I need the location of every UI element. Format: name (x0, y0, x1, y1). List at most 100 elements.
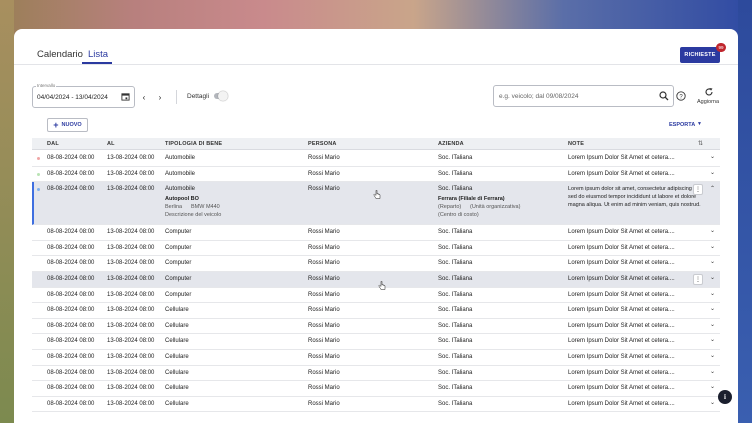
org-unit: (Unità organizzativa) (470, 204, 521, 211)
cell-dal: 08-08-2024 08:00 (47, 369, 95, 376)
cell-note: Lorem Ipsum Dolor Sit Amet et cetera.... (568, 322, 675, 329)
info-icon[interactable]: i (718, 390, 732, 404)
refresh-label[interactable]: Aggiorna (697, 99, 719, 105)
department: (Reparto) (438, 204, 462, 211)
caret-down-icon[interactable]: ▼ (697, 121, 702, 127)
search-icon[interactable] (659, 91, 669, 101)
cell-al: 13-08-2024 08:00 (107, 260, 155, 267)
column-header-dal[interactable]: DAL (47, 141, 59, 147)
background-left (0, 0, 14, 423)
chevron-up-icon[interactable]: ⌃ (710, 185, 715, 192)
cell-al: 13-08-2024 08:00 (107, 244, 155, 251)
cell-note: Lorem Ipsum Dolor Sit Amet et cetera.... (568, 369, 675, 376)
table-row[interactable]: 08-08-2024 08:00 13-08-2024 08:00 Automobi… (32, 167, 720, 183)
cell-persona: Rossi Mario (308, 155, 340, 161)
interval-label: Intervallo (36, 83, 57, 88)
cell-al: 13-08-2024 08:00 (107, 338, 155, 345)
table-row[interactable]: 08-08-2024 08:00 13-08-2024 08:00 Cellular… (32, 366, 720, 382)
column-header-persona[interactable]: PERSONA (308, 141, 337, 147)
calendar-icon[interactable] (121, 92, 130, 101)
chevron-down-icon[interactable]: ⌄ (710, 399, 715, 406)
chevron-down-icon[interactable]: ⌄ (710, 305, 715, 312)
new-button[interactable]: + NUOVO (47, 118, 88, 132)
details-toggle-knob[interactable] (218, 91, 228, 101)
interval-value[interactable]: 04/04/2024 - 13/04/2024 (37, 94, 108, 101)
cell-azienda: Soc. ITaliana (438, 170, 473, 177)
table-row[interactable]: 08-08-2024 08:00 13-08-2024 08:00 Cellular… (32, 334, 720, 350)
table-row[interactable]: 08-08-2024 08:00 13-08-2024 08:00 Computer… (32, 256, 720, 272)
chevron-down-icon[interactable]: ⌄ (710, 321, 715, 328)
cell-note: Lorem Ipsum Dolor Sit Amet et cetera.... (568, 307, 675, 314)
cell-al: 13-08-2024 08:00 (107, 400, 155, 407)
column-header-note[interactable]: NOTE (568, 141, 584, 147)
chevron-down-icon[interactable]: ⌄ (710, 383, 715, 390)
cell-tipologia: Automobile (165, 186, 196, 193)
cell-azienda: Soc. ITaliana (438, 369, 473, 376)
cell-dal: 08-08-2024 08:00 (47, 155, 95, 161)
tab-bar: Calendario Lista RICHIESTE 99 (14, 29, 738, 65)
table-row[interactable]: 08-08-2024 08:00 13-08-2024 08:00 Automobi… (32, 151, 720, 167)
cell-note: Lorem Ipsum Dolor Sit Amet et cetera.... (568, 155, 675, 161)
chevron-down-icon[interactable]: ⌄ (710, 290, 715, 297)
chevron-down-icon[interactable]: ⌄ (710, 227, 715, 234)
hand-cursor-icon (378, 278, 386, 290)
chevron-down-icon[interactable]: ⌄ (710, 336, 715, 343)
chevron-down-icon[interactable]: ⌄ (710, 153, 715, 160)
chevron-left-icon[interactable]: ‹ (139, 92, 149, 102)
cell-tipologia: Cellulare (165, 400, 189, 407)
table-row[interactable]: 08-08-2024 08:00 13-08-2024 08:00 Cellular… (32, 397, 720, 413)
cell-note: Lorem Ipsum Dolor Sit Amet et cetera.... (568, 385, 675, 392)
chevron-down-icon[interactable]: ⌄ (710, 258, 715, 265)
column-header-tipologia[interactable]: TIPOLOGIA DI BENE (165, 141, 222, 147)
more-icon[interactable]: ⋮ (693, 274, 703, 285)
tab-lista[interactable]: Lista (88, 49, 108, 60)
asset-tag: Berlina (165, 204, 183, 211)
column-settings-icon[interactable]: ⇅ (698, 140, 703, 147)
cell-persona: Rossi Mario (308, 338, 340, 345)
cell-tipologia: Computer (165, 229, 192, 236)
cell-persona: Rossi Mario (308, 260, 340, 267)
cell-dal: 08-08-2024 08:00 (47, 400, 95, 407)
chevron-right-icon[interactable]: › (155, 92, 165, 102)
table-row[interactable]: 08-08-2024 08:00 13-08-2024 08:00 Cellular… (32, 319, 720, 335)
status-dot (37, 188, 40, 192)
help-icon[interactable]: ? (676, 91, 686, 101)
chevron-down-icon[interactable]: ⌄ (710, 243, 715, 250)
refresh-icon[interactable] (704, 87, 714, 97)
status-dot (37, 172, 40, 176)
table-row[interactable]: 08-08-2024 08:00 13-08-2024 08:00 Computer… (32, 288, 720, 304)
column-header-azienda[interactable]: AZIENDA (438, 141, 464, 147)
requests-button[interactable]: RICHIESTE (680, 47, 720, 63)
table-row[interactable]: 08-08-2024 08:00 13-08-2024 08:00 Cellular… (32, 303, 720, 319)
company-unit: Ferrara (Filiale di Ferrara) (438, 196, 505, 203)
chevron-down-icon[interactable]: ⌄ (710, 274, 715, 281)
cell-al: 13-08-2024 08:00 (107, 229, 155, 236)
chevron-down-icon[interactable]: ⌄ (710, 169, 715, 176)
plus-icon: + (53, 120, 59, 130)
cell-tipologia: Cellulare (165, 369, 189, 376)
chevron-down-icon[interactable]: ⌄ (710, 352, 715, 359)
cell-dal: 08-08-2024 08:00 (47, 291, 95, 298)
new-button-label: NUOVO (61, 122, 82, 128)
chevron-down-icon[interactable]: ⌄ (710, 368, 715, 375)
cell-tipologia: Automobile (165, 155, 196, 161)
table-row[interactable]: 08-08-2024 08:00 13-08-2024 08:00 Cellular… (32, 350, 720, 366)
table-row[interactable]: 08-08-2024 08:00 13-08-2024 08:00 Cellular… (32, 381, 720, 397)
requests-badge: 99 (716, 43, 726, 52)
tab-calendario[interactable]: Calendario (37, 49, 83, 60)
main-panel: Calendario Lista RICHIESTE 99 Intervallo… (14, 29, 738, 423)
table-row[interactable]: 08-08-2024 08:00 13-08-2024 08:00 Computer… (32, 272, 720, 288)
column-header-al[interactable]: AL (107, 141, 115, 147)
details-label: Dettagli (187, 93, 210, 100)
table-row[interactable]: 08-08-2024 08:00 13-08-2024 08:00 Computer… (32, 241, 720, 257)
cell-dal: 08-08-2024 08:00 (47, 260, 95, 267)
table-row[interactable]: 08-08-2024 08:00 13-08-2024 08:00 Computer… (32, 225, 720, 241)
cell-tipologia: Automobile (165, 170, 196, 177)
cell-dal: 08-08-2024 08:00 (47, 354, 95, 360)
cell-azienda: Soc. ITaliana (438, 244, 473, 251)
cell-note: Lorem Ipsum Dolor Sit Amet et cetera.... (568, 260, 675, 267)
more-icon[interactable]: ⋮ (693, 184, 703, 196)
cell-azienda: Soc. ITaliana (438, 354, 473, 360)
asset-description: Descrizione del veicolo (165, 212, 222, 219)
export-button[interactable]: ESPORTA (669, 122, 695, 128)
